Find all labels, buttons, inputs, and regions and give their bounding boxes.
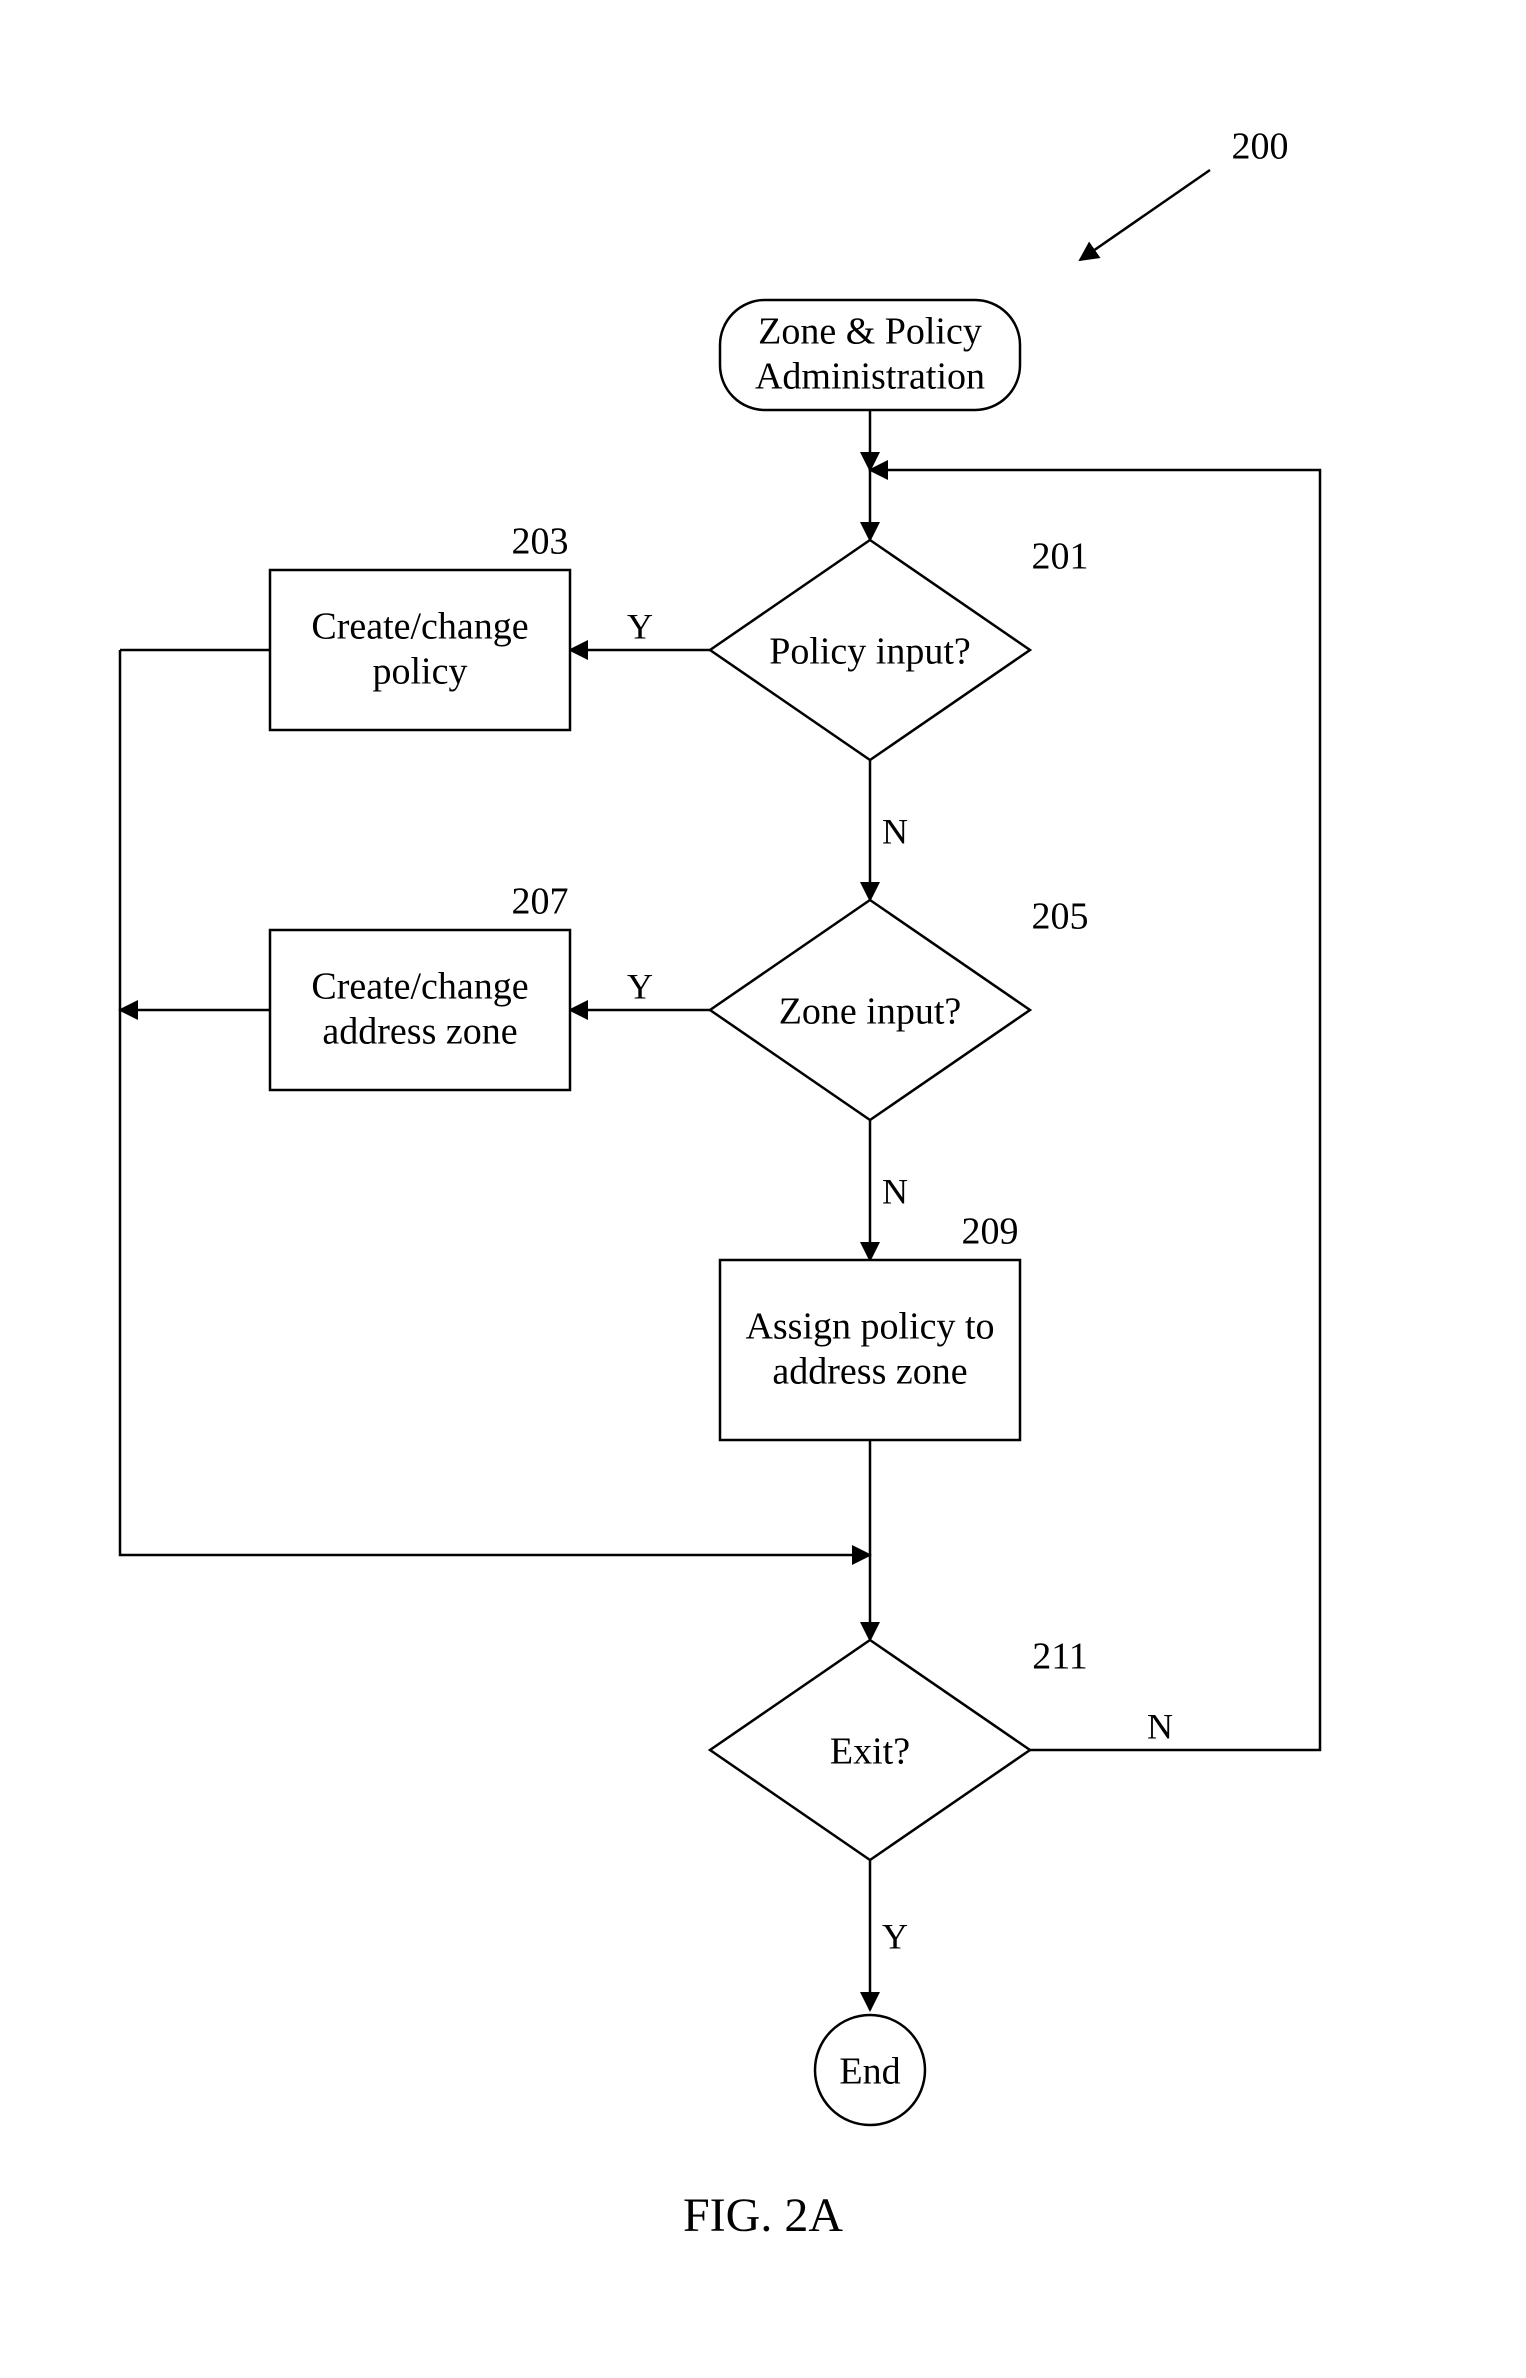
process-207-text-2: address zone — [322, 1011, 517, 1053]
process-207-ref: 207 — [512, 881, 569, 923]
decision-211-ref: 211 — [1032, 1636, 1088, 1678]
process-203-ref: 203 — [512, 521, 569, 563]
decision-205-text: Zone input? — [779, 991, 962, 1033]
decision-201-ref: 201 — [1032, 536, 1089, 578]
end-text: End — [839, 2051, 900, 2093]
process-203-text-2: policy — [373, 651, 468, 693]
process-203-text-1: Create/change — [311, 606, 528, 648]
start-text-2: Administration — [755, 356, 985, 398]
label-205-yes: Y — [627, 966, 653, 1006]
label-205-no: N — [882, 1171, 908, 1211]
decision-211-text: Exit? — [830, 1731, 910, 1773]
process-209-text-2: address zone — [772, 1351, 967, 1393]
label-211-yes: Y — [882, 1916, 908, 1956]
figure-ref-arrow — [1080, 170, 1210, 260]
process-209-ref: 209 — [962, 1211, 1019, 1253]
label-211-no: N — [1147, 1706, 1173, 1746]
figure-label: FIG. 2A — [683, 2189, 843, 2242]
label-201-no: N — [882, 811, 908, 851]
decision-201-text: Policy input? — [769, 631, 971, 673]
start-text-1: Zone & Policy — [758, 311, 982, 353]
flowchart: 200 Zone & Policy Administration Policy … — [0, 0, 1526, 2378]
decision-205-ref: 205 — [1032, 896, 1089, 938]
process-209-text-1: Assign policy to — [745, 1306, 994, 1348]
figure-ref: 200 — [1232, 126, 1289, 168]
process-207-text-1: Create/change — [311, 966, 528, 1008]
label-201-yes: Y — [627, 606, 653, 646]
